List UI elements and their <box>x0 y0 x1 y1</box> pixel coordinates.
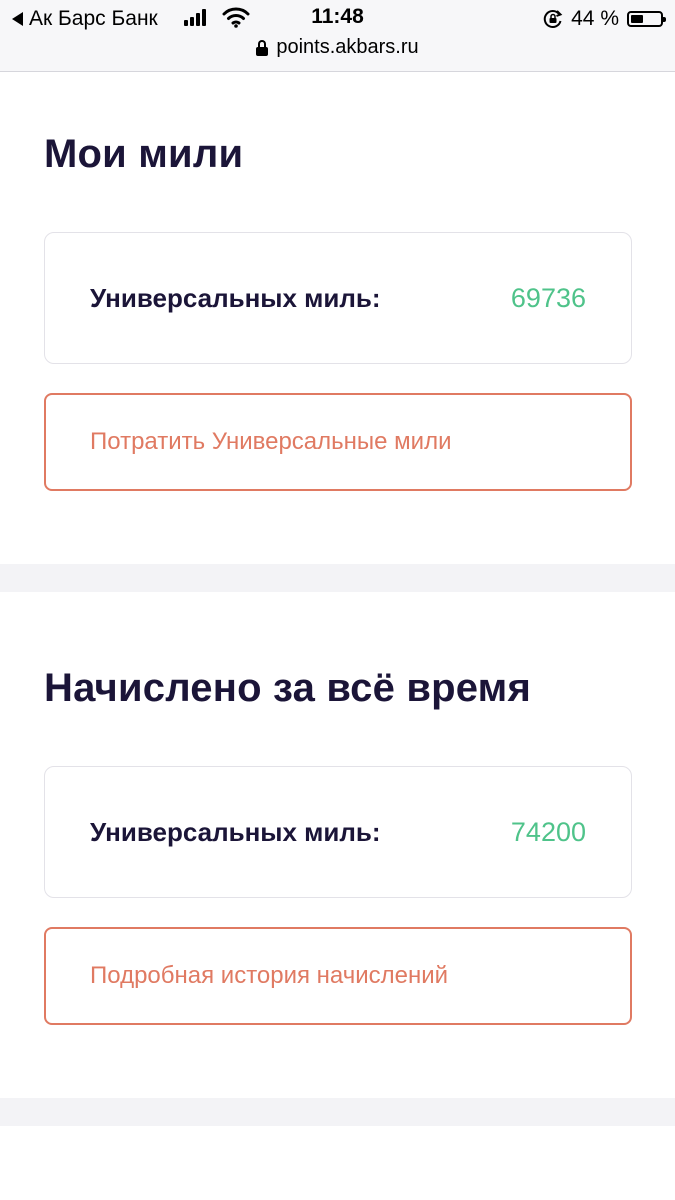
spend-miles-button[interactable]: Потратить Универсальные мили <box>44 393 632 491</box>
miles-balance-card: Универсальных миль: 69736 <box>44 232 632 364</box>
orientation-lock-icon <box>543 10 563 28</box>
lock-icon <box>256 39 269 56</box>
total-earned-label: Универсальных миль: <box>90 816 381 847</box>
battery-icon <box>627 11 666 27</box>
earning-history-button[interactable]: Подробная история начислений <box>44 927 632 1025</box>
miles-balance-value: 69736 <box>510 282 586 313</box>
total-earned-value: 74200 <box>510 816 586 847</box>
status-right: 44 % <box>543 6 666 32</box>
address-bar[interactable]: points.akbars.ru <box>0 36 675 59</box>
page-title: Мои мили <box>44 132 244 176</box>
total-earned-title: Начислено за всё время <box>44 666 532 710</box>
status-bar: Ак Барс Банк 11:48 44 % points.akbars.ru <box>0 0 675 72</box>
total-earned-card: Универсальных миль: 74200 <box>44 766 632 898</box>
miles-balance-label: Универсальных миль: <box>90 282 381 313</box>
section-divider <box>0 564 675 592</box>
section-divider-bottom <box>0 1098 675 1126</box>
battery-percent: 44 % <box>571 7 619 30</box>
url-text: points.akbars.ru <box>276 36 419 58</box>
